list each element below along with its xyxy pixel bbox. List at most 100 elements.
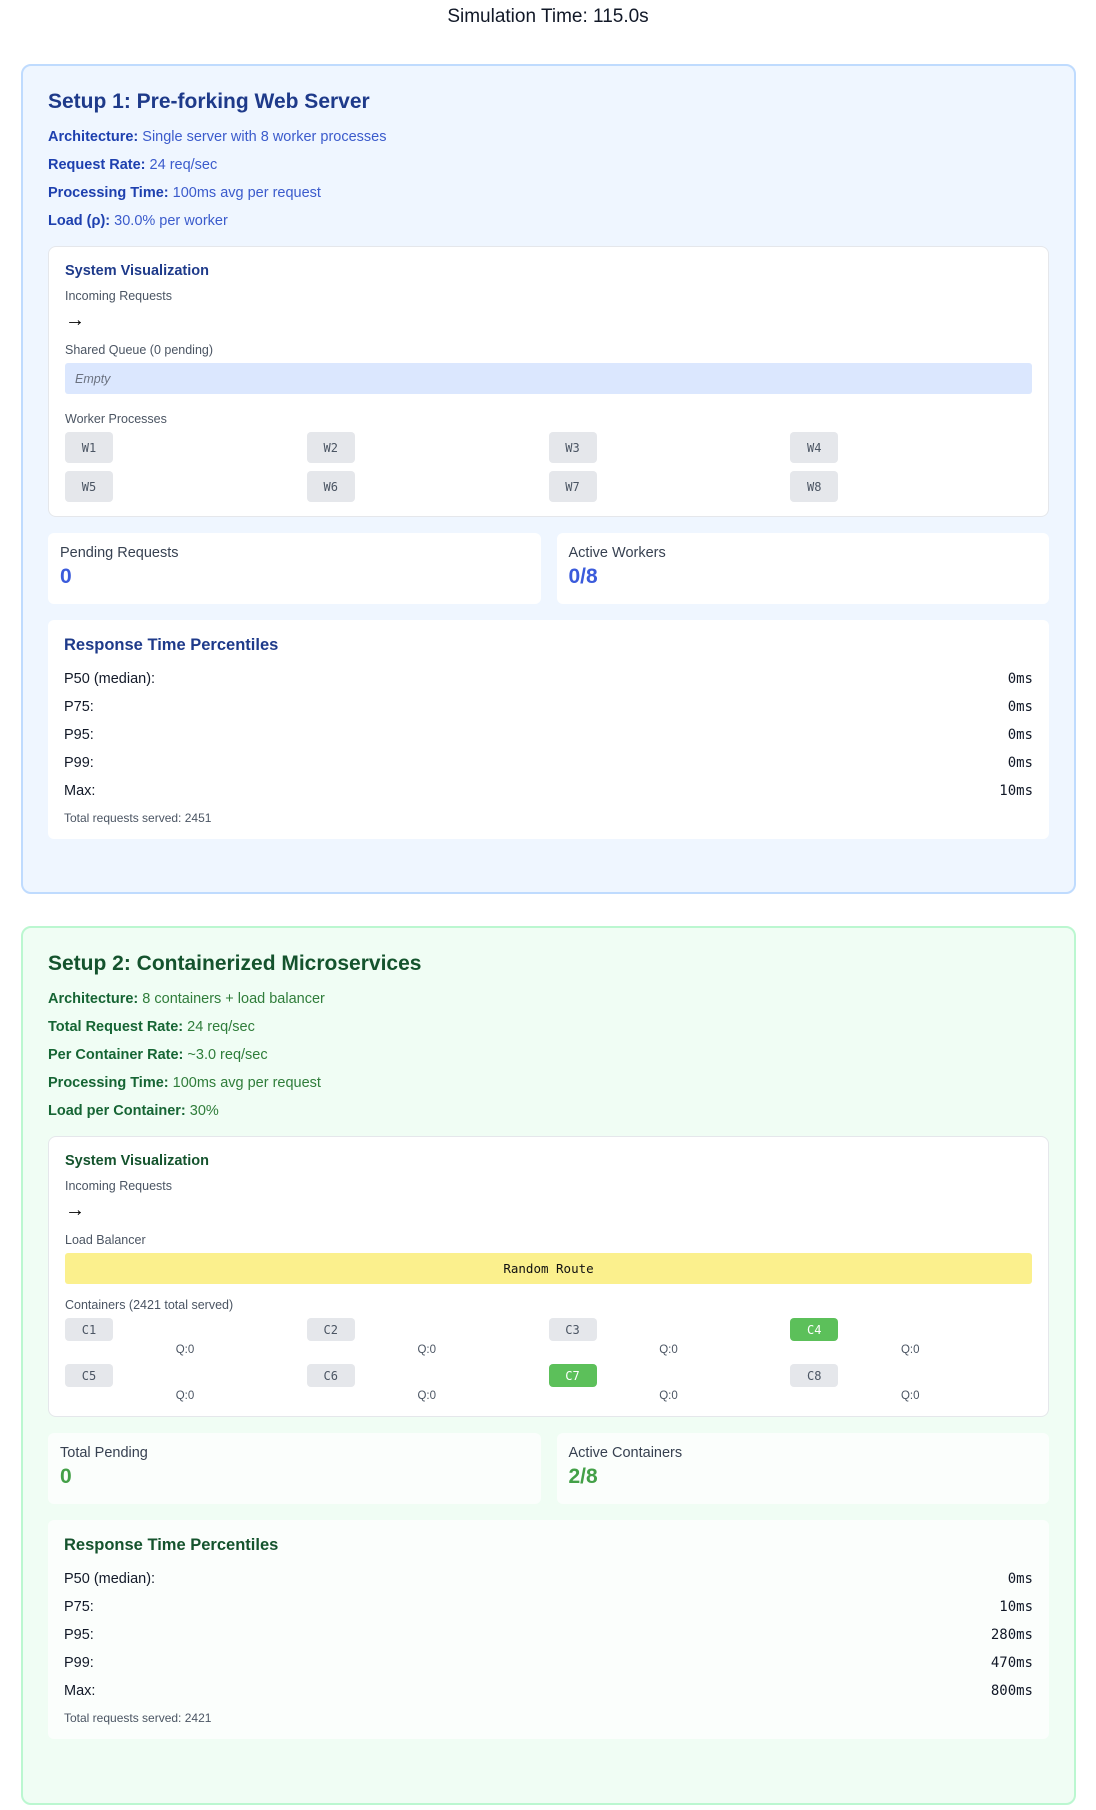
- percentile-label: P99:: [64, 1655, 94, 1671]
- worker-process: W3: [548, 432, 597, 463]
- response-time-percentiles: Response Time Percentiles P50 (median): 0…: [48, 620, 1049, 839]
- percentile-value: 470ms: [990, 1655, 1033, 1671]
- container-box: C2: [306, 1318, 355, 1341]
- stat-value: 0: [60, 565, 72, 588]
- stat-value: 0: [60, 1465, 72, 1488]
- container-cell: C4 Q:0: [790, 1318, 1032, 1356]
- spec-row: Total Request Rate: 24 req/sec: [48, 1018, 1049, 1036]
- stat-label: Pending Requests: [60, 545, 179, 561]
- percentiles-title: Response Time Percentiles: [64, 636, 279, 654]
- viz-title: System Visualization: [65, 1153, 209, 1169]
- stat-card-total-pending: Total Pending 0: [48, 1433, 541, 1504]
- simulation-time: Simulation Time: 115.0s: [447, 6, 649, 27]
- worker-processes-label: Worker Processes: [65, 412, 167, 426]
- percentile-row: P99: 470ms: [64, 1649, 1033, 1677]
- spec-row: Architecture: 8 containers + load balanc…: [48, 990, 1049, 1008]
- worker-grid: W1 W2 W3 W4 W5 W6 W7 W8: [65, 432, 1032, 502]
- percentile-row: P99: 0ms: [64, 749, 1033, 777]
- percentile-row: P50 (median): 0ms: [64, 665, 1033, 693]
- percentile-row: P95: 0ms: [64, 721, 1033, 749]
- container-box: C7: [548, 1364, 597, 1387]
- stat-label: Active Containers: [568, 1445, 683, 1461]
- viz-title: System Visualization: [65, 263, 209, 279]
- percentile-label: P75:: [64, 699, 94, 715]
- system-visualization: System Visualization Incoming Requests →…: [48, 1136, 1049, 1417]
- spec-label: Per Container Rate:: [48, 1047, 184, 1063]
- load-balancer: Random Route: [65, 1253, 1032, 1284]
- stat-value: 2/8: [568, 1465, 598, 1488]
- spec-label: Load per Container:: [48, 1103, 186, 1119]
- spec-value: ~3.0 req/sec: [187, 1047, 268, 1063]
- setup-2-stats: Total Pending 0 Active Containers 2/8: [48, 1433, 1049, 1504]
- setup-2-title: Setup 2: Containerized Microservices: [48, 952, 422, 975]
- container-box: C3: [548, 1318, 597, 1341]
- spec-row: Architecture: Single server with 8 worke…: [48, 128, 1049, 146]
- spec-row: Request Rate: 24 req/sec: [48, 156, 1049, 174]
- setup-1-title: Setup 1: Pre-forking Web Server: [48, 90, 370, 113]
- system-visualization: System Visualization Incoming Requests →…: [48, 246, 1049, 517]
- container-queue: Q:0: [900, 1390, 920, 1402]
- total-requests-served: Total requests served: 2421: [64, 1711, 212, 1725]
- setup-2-specs: Architecture: 8 containers + load balanc…: [48, 990, 1049, 1120]
- spec-row: Processing Time: 100ms avg per request: [48, 184, 1049, 202]
- spec-value: Single server with 8 worker processes: [142, 129, 387, 145]
- percentile-value: 280ms: [990, 1627, 1033, 1643]
- percentile-value: 10ms: [999, 783, 1033, 799]
- percentile-row: Max: 800ms: [64, 1677, 1033, 1705]
- worker-process: W5: [65, 471, 113, 502]
- container-box: C6: [306, 1364, 355, 1387]
- percentile-label: P95:: [64, 1627, 94, 1643]
- setup-1-stats: Pending Requests 0 Active Workers 0/8: [48, 533, 1049, 604]
- percentile-value: 10ms: [999, 1599, 1033, 1615]
- shared-queue: Empty: [65, 363, 1032, 394]
- spec-label: Total Request Rate:: [48, 1019, 184, 1035]
- worker-process: W6: [306, 471, 355, 502]
- percentile-row: P75: 10ms: [64, 1593, 1033, 1621]
- container-grid: C1 Q:0 C2 Q:0 C3 Q:0 C4 Q:0 C5 Q:0 C6 Q:0 C7 Q:…: [65, 1318, 1032, 1402]
- worker-process: W4: [790, 432, 839, 463]
- setup-2-panel: Setup 2: Containerized Microservices Arc…: [21, 926, 1076, 1805]
- spec-value: 100ms avg per request: [172, 1075, 321, 1091]
- container-queue: Q:0: [900, 1344, 920, 1356]
- stat-label: Total Pending: [60, 1445, 148, 1461]
- spec-value: 8 containers + load balancer: [142, 991, 325, 1007]
- spec-label: Architecture:: [48, 991, 139, 1007]
- percentile-value: 800ms: [990, 1683, 1033, 1699]
- spec-value: 24 req/sec: [187, 1019, 255, 1035]
- container-queue: Q:0: [659, 1344, 678, 1356]
- spec-row: Load (ρ): 30.0% per worker: [48, 212, 1049, 230]
- containers-label: Containers (2421 total served): [65, 1298, 234, 1312]
- worker-process: W8: [790, 471, 839, 502]
- container-cell: C8 Q:0: [790, 1364, 1032, 1402]
- total-requests-served: Total requests served: 2451: [64, 811, 212, 825]
- spec-label: Processing Time:: [48, 185, 169, 201]
- stat-value: 0/8: [568, 565, 598, 588]
- percentile-label: P50 (median):: [64, 671, 156, 687]
- spec-value: 24 req/sec: [149, 157, 218, 173]
- container-cell: C5 Q:0: [65, 1364, 307, 1402]
- setup-1-specs: Architecture: Single server with 8 worke…: [48, 128, 1049, 230]
- spec-label: Architecture:: [48, 129, 139, 145]
- spec-label: Request Rate:: [48, 157, 146, 173]
- container-queue: Q:0: [175, 1344, 195, 1356]
- spec-row: Per Container Rate: ~3.0 req/sec: [48, 1046, 1049, 1064]
- container-cell: C3 Q:0: [548, 1318, 791, 1356]
- percentile-label: P99:: [64, 755, 94, 771]
- spec-value: 30%: [189, 1103, 219, 1119]
- percentile-label: Max:: [64, 783, 96, 799]
- percentile-value: 0ms: [1007, 699, 1033, 715]
- container-queue: Q:0: [417, 1344, 437, 1356]
- container-cell: C7 Q:0: [548, 1364, 791, 1402]
- spec-value: 30.0% per worker: [114, 213, 228, 229]
- percentile-row: P50 (median): 0ms: [64, 1565, 1033, 1593]
- worker-process: W2: [306, 432, 355, 463]
- container-box: C8: [790, 1364, 839, 1387]
- percentile-row: Max: 10ms: [64, 777, 1033, 805]
- container-cell: C6 Q:0: [306, 1364, 549, 1402]
- container-cell: C1 Q:0: [65, 1318, 307, 1356]
- spec-value: 100ms avg per request: [172, 185, 321, 201]
- worker-process: W7: [548, 471, 597, 502]
- worker-process: W1: [65, 432, 113, 463]
- container-cell: C2 Q:0: [306, 1318, 549, 1356]
- shared-queue-label: Shared Queue (0 pending): [65, 343, 214, 357]
